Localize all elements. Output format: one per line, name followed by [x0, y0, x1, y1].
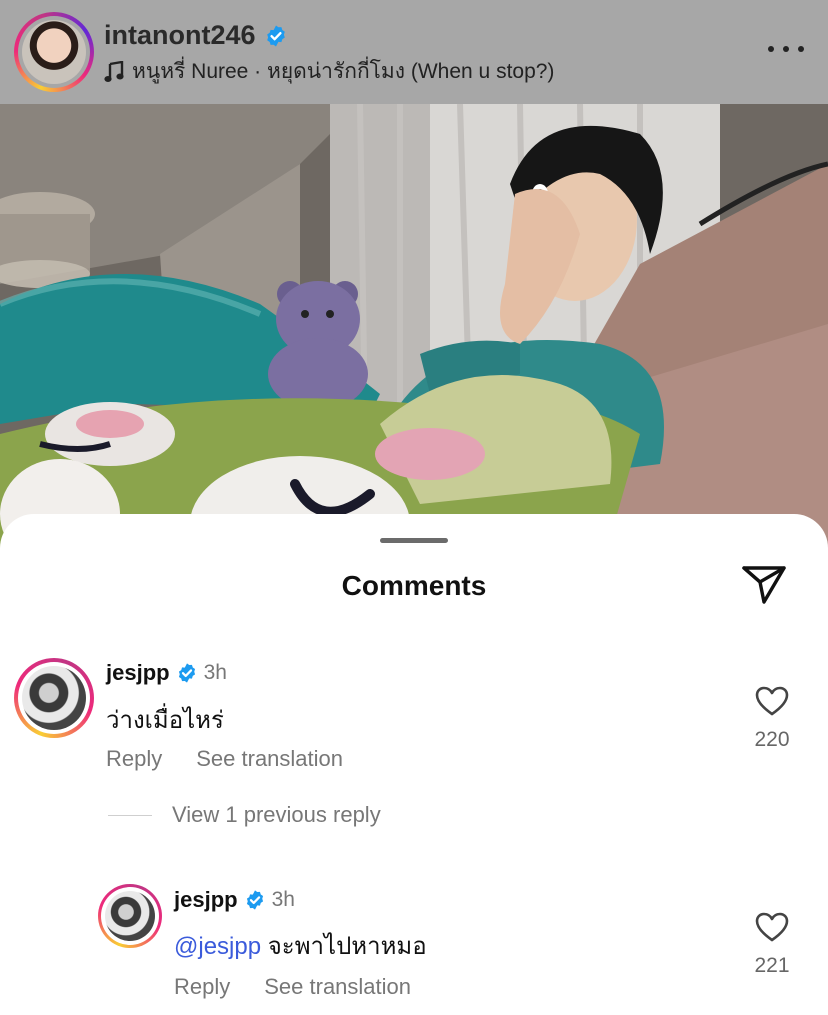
- reply-header: jesjpp 3h: [174, 887, 295, 913]
- see-translation-button[interactable]: See translation: [264, 974, 411, 1000]
- post-photo: [0, 104, 828, 574]
- sheet-title: Comments: [341, 570, 487, 601]
- reply-avatar[interactable]: [98, 884, 162, 948]
- view-replies-label[interactable]: View 1 previous reply: [172, 802, 381, 828]
- verified-icon: [178, 663, 195, 683]
- header-username[interactable]: intanont246: [104, 20, 256, 51]
- see-translation-button[interactable]: See translation: [196, 746, 343, 772]
- verified-icon: [246, 890, 263, 910]
- verified-icon: [266, 25, 285, 46]
- reply-button[interactable]: Reply: [106, 746, 162, 772]
- header-username-row[interactable]: intanont246: [104, 20, 288, 51]
- music-title: หนูหรี่ Nuree · หยุดน่ารักกี่โมง (When u…: [132, 60, 555, 83]
- avatar-image: [22, 20, 86, 84]
- heart-icon[interactable]: [755, 686, 789, 716]
- reply-actions: Reply See translation: [174, 974, 411, 1000]
- more-icon[interactable]: [768, 34, 804, 64]
- comments-sheet: Comments jesjpp 3h ว่างเมื่อไหร่ Reply S…: [0, 514, 828, 1015]
- like-count: 221: [754, 954, 790, 977]
- mention-link[interactable]: @jesjpp: [174, 933, 261, 960]
- share-icon[interactable]: [740, 562, 788, 606]
- like-control: 220: [742, 686, 802, 752]
- comment-username[interactable]: jesjpp: [106, 660, 170, 686]
- view-replies-button[interactable]: View 1 previous reply: [108, 802, 381, 828]
- photo-illustration: [0, 104, 828, 574]
- heart-icon[interactable]: [755, 912, 789, 942]
- comment-actions: Reply See translation: [106, 746, 343, 772]
- comment-text: ว่างเมื่อไหร่: [106, 707, 224, 734]
- avatar-image: [22, 666, 86, 730]
- avatar-image: [105, 891, 155, 941]
- music-info[interactable]: หนูหรี่ Nuree · หยุดน่ารักกี่โมง (When u…: [104, 55, 554, 88]
- reply-time: 3h: [271, 888, 295, 911]
- music-note-icon: [104, 60, 124, 82]
- comment-time: 3h: [203, 661, 227, 684]
- reply-body: จะพาไปหาหมอ: [261, 933, 427, 960]
- like-count: 220: [754, 728, 790, 751]
- sheet-grabber[interactable]: [380, 538, 448, 543]
- reply-button[interactable]: Reply: [174, 974, 230, 1000]
- post-header: intanont246 หนูหรี่ Nuree · หยุดน่ารักกี…: [0, 0, 828, 104]
- comment-header: jesjpp 3h: [106, 660, 227, 686]
- like-control: 221: [742, 912, 802, 978]
- comment-avatar[interactable]: [14, 658, 94, 738]
- header-avatar[interactable]: [14, 12, 94, 92]
- reply-username[interactable]: jesjpp: [174, 887, 238, 913]
- reply-text: @jesjpp จะพาไปหาหมอ: [174, 926, 427, 965]
- divider: [108, 814, 152, 816]
